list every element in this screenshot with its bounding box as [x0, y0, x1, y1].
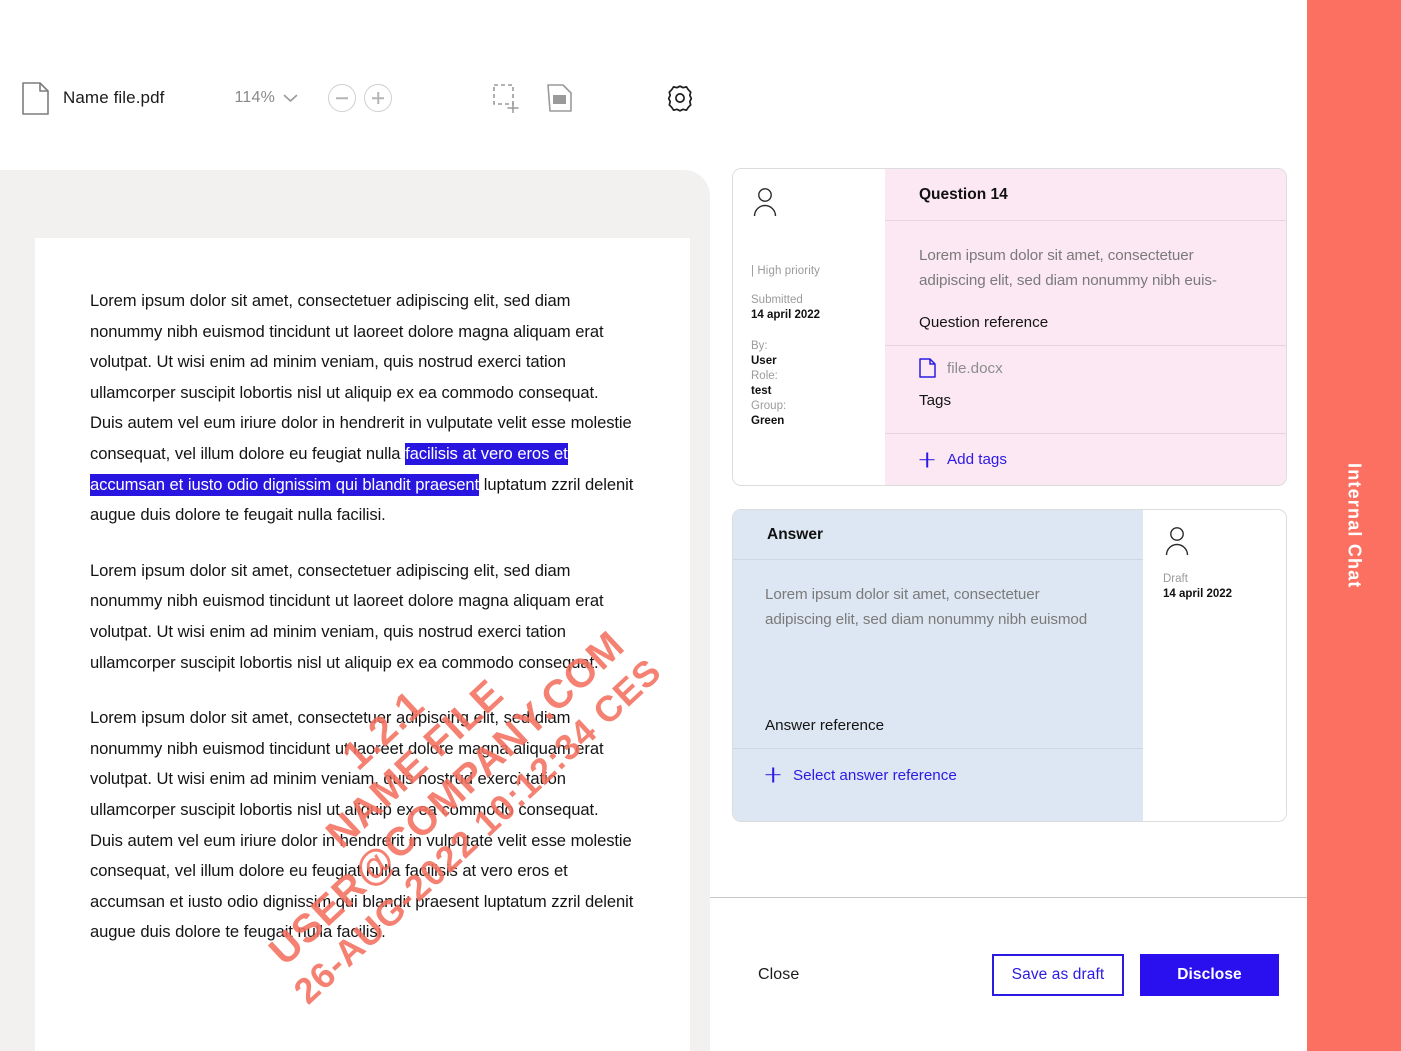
question-attachment-section: file.docx Tags [885, 345, 1286, 433]
answer-reference-label: Answer reference [765, 716, 885, 734]
answer-status-date: 14 april 2022 [1163, 588, 1233, 600]
submitted-block: Submitted 14 april 2022 [751, 293, 885, 323]
document-paragraph-2: Lorem ipsum dolor sit amet, consectetuer… [90, 560, 604, 672]
question-reference-label: Question reference [919, 314, 1049, 331]
question-answer-panel: | High priority Submitted 14 april 2022 … [710, 0, 1307, 1051]
answer-metadata: Draft 14 april 2022 [1143, 510, 1286, 821]
document-page: Lorem ipsum dolor sit amet, consectetuer… [35, 238, 690, 1051]
save-as-draft-button[interactable]: Save as draft [992, 953, 1124, 996]
area-select-icon[interactable] [492, 83, 520, 113]
submitted-value: 14 april 2022 [751, 309, 821, 321]
author-block: By: User Role: test Group: Green [751, 339, 885, 429]
document-viewer[interactable]: Lorem ipsum dolor sit amet, consectetuer… [0, 170, 710, 1051]
select-answer-reference-button[interactable]: Select answer reference [733, 747, 1143, 822]
answer-card: Answer Lorem ipsum dolor sit amet, conse… [732, 509, 1287, 822]
document-paragraph-1: Lorem ipsum dolor sit amet, consectetuer… [90, 286, 635, 531]
gear-icon [666, 84, 694, 112]
question-text: Lorem ipsum dolor sit amet, consectetuer… [919, 247, 1217, 289]
docx-file-icon [919, 358, 936, 378]
document-paragraph-3: Lorem ipsum dolor sit amet, consectetuer… [90, 708, 634, 942]
chevron-down-icon [283, 94, 298, 103]
by-label: By: [751, 340, 768, 352]
plus-icon [765, 767, 781, 783]
attachment-file-name: file.docx [947, 359, 1003, 377]
file-name-label: Name file.pdf [63, 88, 165, 107]
zoom-out-button[interactable] [328, 84, 357, 112]
by-value: User [751, 355, 777, 367]
page-region-icon[interactable] [546, 83, 574, 113]
question-body: Question 14 Lorem ipsum dolor sit amet, … [885, 169, 1286, 485]
settings-button[interactable] [666, 84, 694, 112]
submitted-label: Submitted [751, 294, 803, 306]
question-title: Question 14 [885, 169, 1286, 221]
user-avatar-icon [1163, 526, 1286, 558]
action-bar: Close Save as draft Disclose [710, 898, 1307, 1051]
add-tags-button[interactable]: Add tags [885, 433, 1286, 485]
internal-chat-label: Internal Chat [1344, 462, 1365, 589]
document-body-text: Lorem ipsum dolor sit amet, consectetuer… [90, 286, 635, 948]
answer-status-label: Draft [1163, 573, 1188, 585]
disclose-button[interactable]: Disclose [1140, 953, 1279, 996]
question-card: | High priority Submitted 14 april 2022 … [732, 168, 1287, 486]
zoom-in-button[interactable] [364, 84, 393, 112]
answer-body: Answer Lorem ipsum dolor sit amet, conse… [733, 510, 1143, 821]
group-label: Group: [751, 400, 787, 412]
app-root: Name file.pdf 114% Lorem ipsum dolor sit… [0, 0, 1401, 1051]
document-icon [22, 81, 49, 115]
question-metadata: | High priority Submitted 14 april 2022 … [733, 169, 885, 485]
answer-title: Answer [733, 510, 1143, 560]
zoom-level-value: 114% [234, 89, 276, 106]
answer-text-section[interactable]: Lorem ipsum dolor sit amet, consectetuer… [733, 560, 1143, 748]
plus-icon [919, 452, 935, 468]
role-label: Role: [751, 370, 778, 382]
file-info: Name file.pdf [22, 81, 165, 115]
attachment-file-row[interactable]: file.docx [919, 358, 1252, 378]
priority-badge: | High priority [751, 265, 821, 277]
select-answer-reference-label: Select answer reference [793, 766, 957, 784]
tags-label: Tags [919, 392, 952, 409]
zoom-level-dropdown[interactable]: 114% [234, 89, 298, 107]
user-avatar-icon [751, 187, 885, 219]
paragraph-text-before: Lorem ipsum dolor sit amet, consectetuer… [90, 291, 632, 463]
group-value: Green [751, 415, 785, 427]
role-value: test [751, 385, 772, 397]
close-button[interactable]: Close [758, 966, 799, 984]
zoom-buttons [328, 84, 393, 112]
answer-text: Lorem ipsum dolor sit amet, consectetuer… [765, 586, 1088, 628]
add-tags-label: Add tags [947, 451, 1007, 468]
question-text-section: Lorem ipsum dolor sit amet, consectetuer… [885, 221, 1286, 345]
annotation-tools [492, 83, 574, 113]
internal-chat-rail[interactable]: Internal Chat [1307, 0, 1401, 1051]
